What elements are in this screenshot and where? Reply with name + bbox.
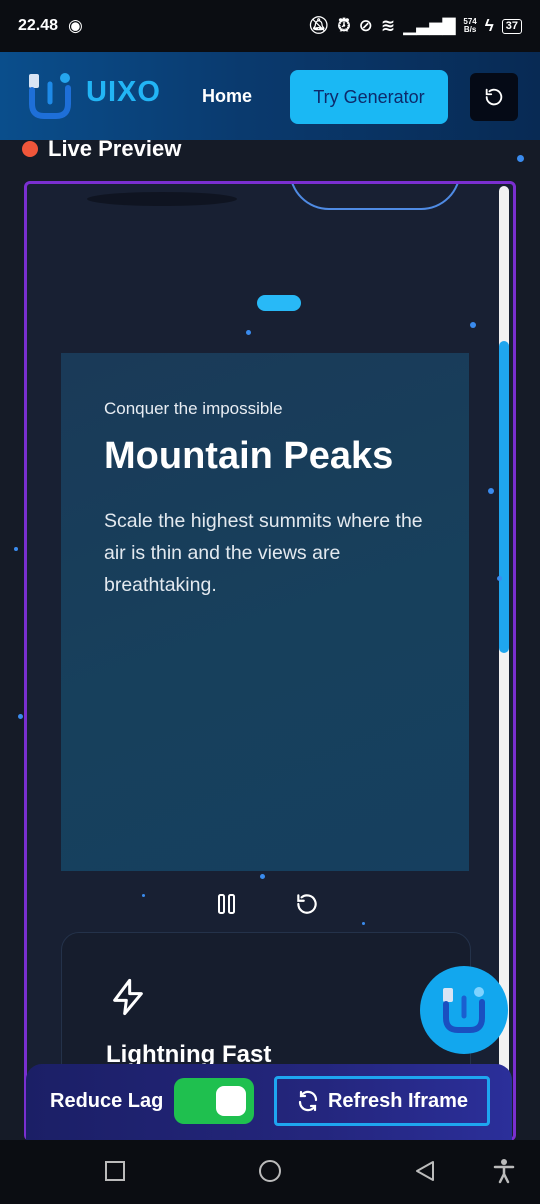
reduce-lag-label: Reduce Lag [50,1090,164,1112]
particle-dot [14,547,18,551]
brand-name[interactable]: UIXO [86,76,161,109]
refresh-iframe-button[interactable]: Refresh Iframe [274,1076,490,1126]
screen-record-icon: ◉ [68,16,83,35]
particle-dot [18,714,23,719]
hero-slide: Conquer the impossible Mountain Peaks Sc… [61,353,469,871]
reduce-lag-toggle[interactable] [174,1078,254,1124]
pause-icon [218,894,235,914]
hero-subtitle: Conquer the impossible [104,399,283,418]
decorative-arc [289,184,461,210]
refresh-iframe-label: Refresh Iframe [327,1089,469,1112]
particle-dot [517,155,524,162]
home-nav-icon[interactable] [258,1159,282,1183]
particle-dot [142,894,145,897]
live-indicator-dot [22,141,38,157]
square-nav-icon[interactable] [104,1160,126,1182]
battery-icon: 37 [501,18,522,34]
restart-button[interactable] [293,890,321,918]
particle-dot [260,874,265,879]
restart-icon [297,894,317,914]
charging-icon: ϟ [484,16,494,35]
hero-title: Mountain Peaks [104,435,394,477]
try-generator-button[interactable]: Try Generator [290,70,448,124]
toggle-knob [216,1086,246,1116]
accessibility-icon[interactable] [492,1158,516,1184]
status-time: 22.48 [18,17,59,34]
history-icon [485,88,503,106]
status-bar: 22.48 ◉ 🔕︎ ⏰︎ ⊘ ≋ ▁▃▅▇ 574 B/s ϟ 37 [0,0,540,52]
slide-controls [213,890,321,918]
particle-dot [470,322,476,328]
carousel-indicator[interactable] [257,295,301,311]
net-speed: 574 B/s [463,18,476,34]
particle-dot [497,576,502,581]
particle-dot [362,922,365,925]
preview-control-bar: Reduce Lag Refresh Iframe [26,1064,512,1140]
bolt-icon [113,978,143,1016]
scrollbar-thumb[interactable] [499,341,509,653]
uixo-fab-button[interactable] [420,966,508,1054]
dnd-icon: ⊘ [358,16,373,35]
wifi-icon: ≋ [380,16,396,35]
hero-description: Scale the highest summits where the air … [104,510,423,596]
mute-icon: 🔕︎ [307,16,330,35]
app-header: UIXO Home Try Generator [0,52,540,140]
history-button[interactable] [470,73,518,121]
system-navigation-bar [0,1140,540,1204]
live-preview-label: Live Preview [48,136,182,161]
net-speed-unit: B/s [463,25,477,34]
back-nav-icon[interactable] [414,1160,436,1182]
particle-dot [246,330,251,335]
uixo-logo-icon[interactable] [26,72,74,120]
refresh-icon [298,1090,318,1112]
pause-button[interactable] [213,890,241,918]
signal-icon: ▁▃▅▇ [403,16,456,35]
alarm-icon: ⏰︎ [337,16,351,35]
nav-home-link[interactable]: Home [202,86,252,107]
particle-dot [488,488,494,494]
live-preview-heading: Live Preview [22,136,181,162]
decorative-shadow [87,192,237,206]
uixo-logo-icon [443,987,485,1033]
